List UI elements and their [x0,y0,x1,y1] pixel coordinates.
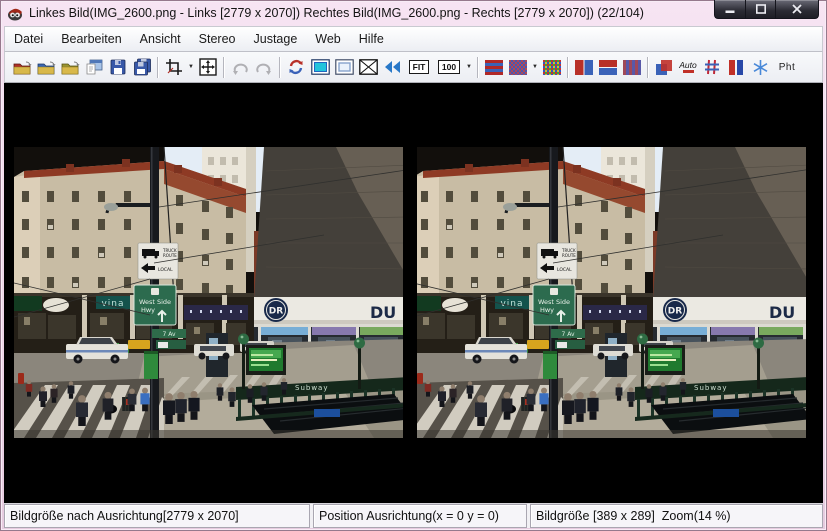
open-stereo-folder-icon [61,58,80,76]
undo-button[interactable] [228,55,252,79]
undo-icon [231,59,249,75]
swap-icon [287,58,305,76]
redo-button[interactable] [252,55,276,79]
open-right-folder-icon [37,58,56,76]
multi-point-align-button[interactable] [748,55,772,79]
column-interlaced-icon [623,60,641,75]
column-interlaced-view-button[interactable] [620,55,644,79]
menu-justage[interactable]: Justage [245,29,307,49]
toolbar-separator [647,57,649,78]
file-list-icon [85,58,103,76]
maximize-icon [756,4,766,14]
open-left-folder-icon [13,58,32,76]
menu-hilfe[interactable]: Hilfe [350,29,393,49]
crop-dropdown-arrow-icon[interactable]: ▼ [186,55,196,79]
status-display-size-zoom: Bildgröße [389 x 289] Zoom(14 %) [530,504,823,528]
menu-ansicht[interactable]: Ansicht [131,29,190,49]
status-image-size-aligned: Bildgröße nach Ausrichtung[2779 x 2070] [4,504,310,528]
left-right-bars-button[interactable] [724,55,748,79]
close-button[interactable] [776,0,819,19]
app-icon [7,6,24,21]
maximize-button[interactable] [745,0,776,19]
status-bar: Bildgröße nach Ausrichtung[2779 x 2070] … [4,503,823,528]
fit-to-window-button[interactable]: FIT [404,55,434,79]
toolbar-separator [279,57,281,78]
menu-web[interactable]: Web [306,29,349,49]
toolbar-separator [567,57,569,78]
menu-bar: Datei Bearbeiten Ansicht Stereo Justage … [4,26,823,52]
anaglyph-view-button[interactable] [506,55,530,79]
menu-datei[interactable]: Datei [5,29,52,49]
open-right-image-button[interactable] [34,55,58,79]
grid-hash-icon [704,59,720,75]
image-client-area [4,83,823,503]
single-image-view-button[interactable] [308,55,332,79]
fullscreen-icon [359,59,378,75]
zoom-100-label: 100 [438,60,460,74]
redo-icon [255,59,273,75]
zoom-dropdown-arrow-icon[interactable]: ▼ [464,55,474,79]
side-by-side-icon [575,60,593,75]
save-both-images-button[interactable] [130,55,154,79]
swap-left-right-button[interactable] [284,55,308,79]
toolbar-separator [223,57,225,78]
toolbar: ▼ [4,52,823,83]
two-bars-icon [728,60,744,75]
row-interlaced-view-button[interactable] [482,55,506,79]
close-icon [792,4,802,14]
fit-label: FIT [409,60,430,74]
window-title: Linkes Bild(IMG_2600.png - Links [2779 x… [29,6,762,20]
single-view-icon [311,59,330,75]
save-all-icon [133,58,152,76]
auto-label: Auto [679,61,697,69]
anaglyph-dropdown-arrow-icon[interactable]: ▼ [530,55,540,79]
overlap-view-button[interactable] [652,55,676,79]
title-bar: Linkes Bild(IMG_2600.png - Links [2779 x… [0,0,827,26]
open-stereo-image-button[interactable] [58,55,82,79]
color-anaglyph-view-button[interactable] [540,55,564,79]
over-under-view-button[interactable] [596,55,620,79]
resize-button[interactable] [196,55,220,79]
menu-bearbeiten[interactable]: Bearbeiten [52,29,130,49]
grid-adjustment-button[interactable] [700,55,724,79]
minimize-icon [725,4,735,14]
open-file-list-button[interactable] [82,55,106,79]
pht-label: Pht [779,62,796,73]
save-stereo-image-button[interactable] [106,55,130,79]
over-under-icon [599,60,617,75]
app-window: Linkes Bild(IMG_2600.png - Links [2779 x… [0,0,827,531]
toolbar-separator [157,57,159,78]
dual-image-view-button[interactable] [332,55,356,79]
toolbar-separator [477,57,479,78]
left-image-view[interactable] [14,147,403,438]
row-interlaced-icon [485,60,503,75]
right-image-view[interactable] [417,147,806,438]
resize-arrows-icon [199,58,217,76]
anaglyph-checker-icon [509,60,527,75]
window-controls [714,0,819,19]
status-alignment-position: Position Ausrichtung(x = 0 y = 0) [313,504,527,528]
crop-tool-button[interactable] [162,55,186,79]
dual-view-icon [335,59,354,75]
minimize-button[interactable] [714,0,745,19]
crop-icon [165,58,183,76]
overlap-squares-icon [655,59,673,76]
zoom-100-button[interactable]: 100 [434,55,464,79]
snowflake-icon [752,59,769,76]
open-left-image-button[interactable] [10,55,34,79]
phantogram-button[interactable]: Pht [772,55,802,79]
previous-image-button[interactable] [380,55,404,79]
auto-alignment-icon: Auto [679,61,697,73]
save-icon [109,58,127,76]
color-anaglyph-icon [543,60,561,75]
menu-stereo[interactable]: Stereo [190,29,245,49]
fullscreen-button[interactable] [356,55,380,79]
side-by-side-view-button[interactable] [572,55,596,79]
auto-alignment-button[interactable]: Auto [676,55,700,79]
double-back-icon [384,60,401,74]
